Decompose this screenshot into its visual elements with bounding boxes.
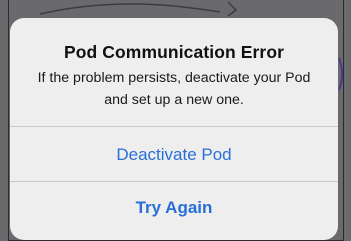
alert-header: Pod Communication Error If the problem p…	[10, 18, 338, 126]
deactivate-pod-button[interactable]: Deactivate Pod	[10, 127, 338, 182]
try-again-button[interactable]: Try Again	[10, 182, 338, 234]
alert-dialog: Pod Communication Error If the problem p…	[10, 18, 338, 240]
alert-title: Pod Communication Error	[63, 42, 285, 62]
alert-message: If the problem persists, deactivate your…	[37, 70, 311, 108]
